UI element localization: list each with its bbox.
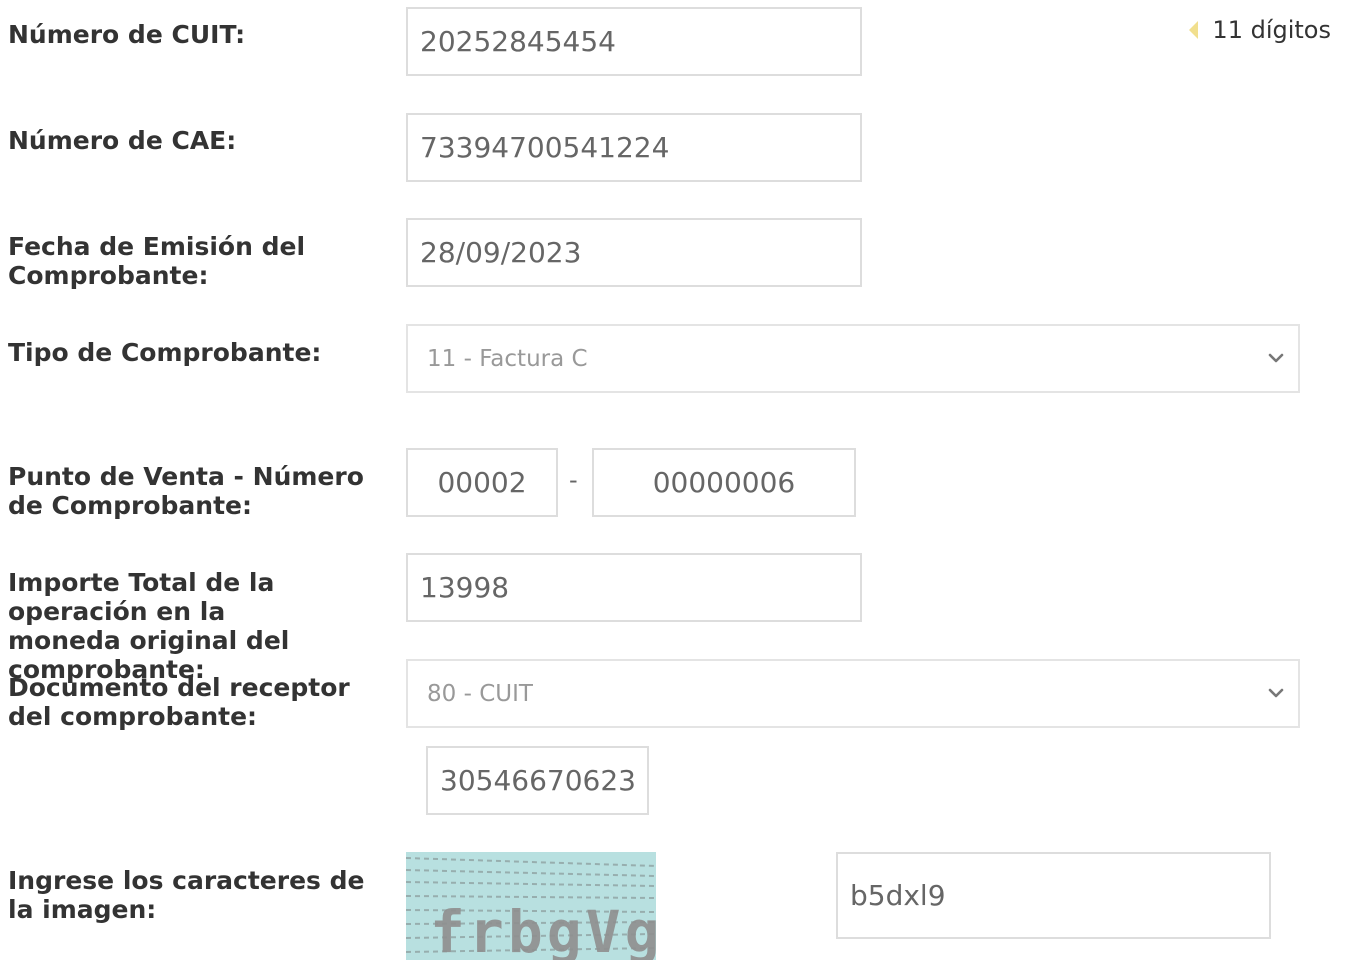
- captcha-text: frbgVg: [430, 898, 656, 960]
- cuit-hint-text: 11 dígitos: [1212, 16, 1331, 44]
- importe-label: Importe Total de la operación en la mone…: [8, 568, 290, 684]
- captcha-image: frbgVg: [406, 852, 656, 960]
- documento-numero-input[interactable]: [426, 746, 649, 815]
- captcha-noise: frbgVg: [406, 857, 656, 960]
- tipo-select[interactable]: 11 - Factura C: [406, 324, 1300, 393]
- cae-input[interactable]: [406, 113, 862, 182]
- documento-select[interactable]: 80 - CUIT: [406, 659, 1300, 728]
- tipo-label: Tipo de Comprobante:: [8, 338, 322, 367]
- fecha-input[interactable]: [406, 218, 862, 287]
- captcha-input[interactable]: [836, 852, 1271, 939]
- documento-select-value: 80 - CUIT: [427, 680, 533, 707]
- punto-venta-input[interactable]: [406, 448, 558, 517]
- hint-arrow-icon: [1189, 21, 1199, 39]
- captcha-label: Ingrese los caracteres de la imagen:: [8, 866, 365, 924]
- importe-input[interactable]: [406, 553, 862, 622]
- cuit-hint: 11 dígitos: [1189, 16, 1331, 44]
- chevron-down-icon: [1268, 688, 1284, 697]
- cuit-label: Número de CUIT:: [8, 20, 246, 49]
- documento-label: Documento del receptor del comprobante:: [8, 673, 350, 731]
- chevron-down-icon: [1268, 353, 1284, 362]
- tipo-select-value: 11 - Factura C: [427, 345, 588, 372]
- cuit-input[interactable]: [406, 7, 862, 76]
- punto-venta-label: Punto de Venta - Número de Comprobante:: [8, 462, 364, 520]
- separator-dash: -: [569, 466, 578, 494]
- cae-label: Número de CAE:: [8, 126, 237, 155]
- fecha-label: Fecha de Emisión del Comprobante:: [8, 232, 306, 290]
- numero-comprobante-input[interactable]: [592, 448, 856, 517]
